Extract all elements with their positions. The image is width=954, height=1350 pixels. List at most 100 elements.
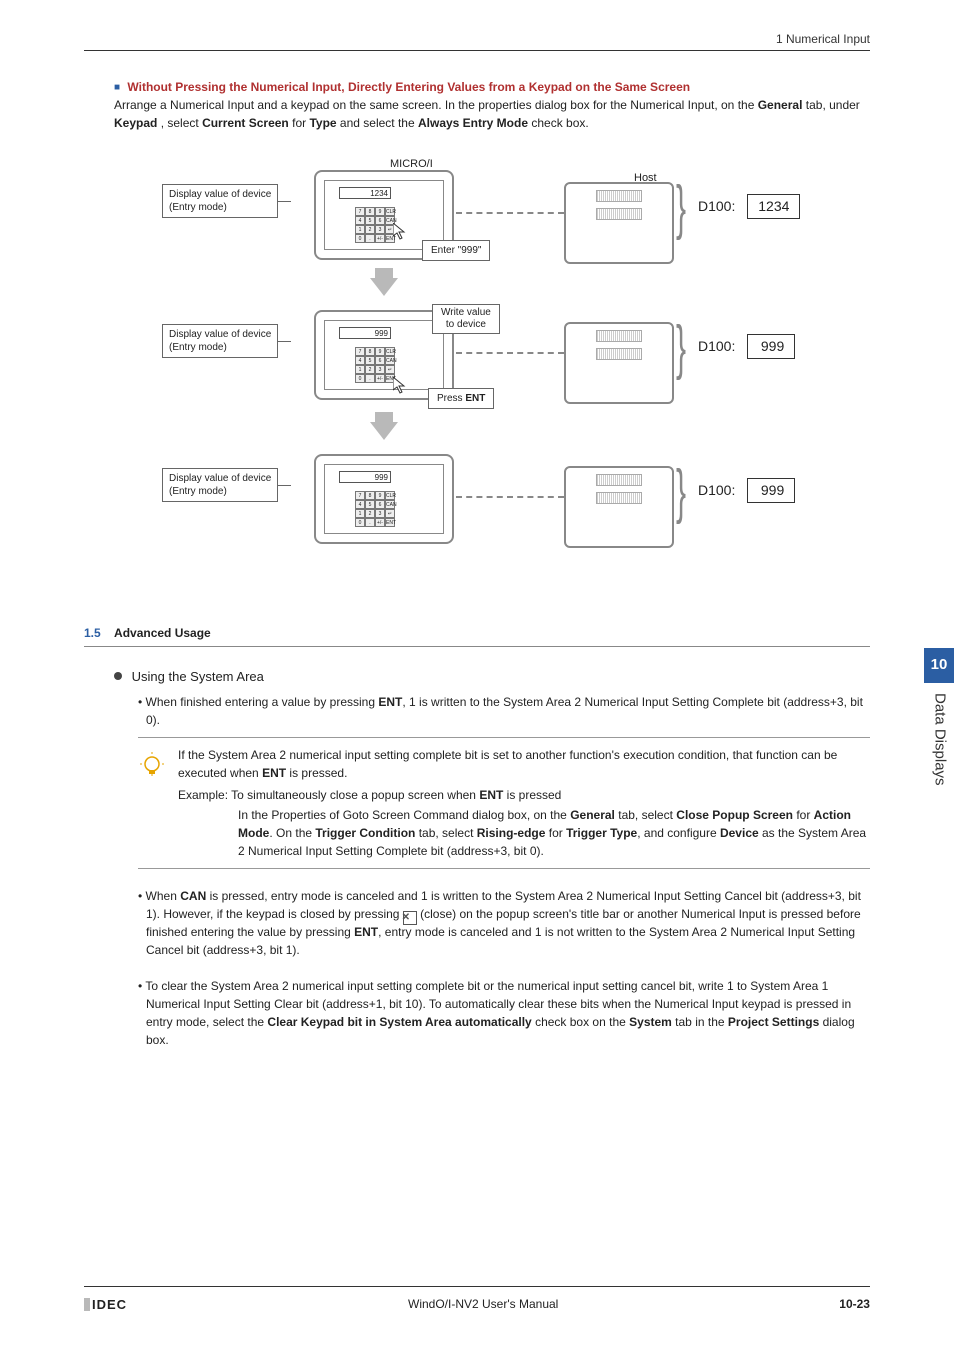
t: CAN [180,889,206,903]
num-display-3: 999 [339,471,391,483]
t: , select [161,116,202,130]
dev-label-2: Display value of device(Entry mode) [162,324,278,358]
bullet-2: • When CAN is pressed, entry mode is can… [138,887,870,959]
page-header: 1 Numerical Input [776,30,870,48]
micro-box-3: 999 789CLR 456CAN 123↵ 0.+/-ENT [314,454,454,544]
lightbulb-icon [138,746,178,860]
dev-label-3: Display value of device(Entry mode) [162,468,278,502]
down-arrow-icon-1 [370,278,398,296]
tip-sub: In the Properties of Goto Screen Command… [238,806,870,860]
t: is pressed. [286,766,347,780]
subheading-text: Using the System Area [132,669,264,684]
bullet-1: • When finished entering a value by pres… [138,693,870,729]
square-bullet-icon: ■ [114,82,124,93]
host-box-1 [564,182,674,264]
tip-rule-top [138,737,870,738]
keypad-2: 789CLR 456CAN 123↵ 0.+/-ENT [355,347,397,383]
chapter-label: Data Displays [924,683,951,786]
t: for [292,116,309,130]
cursor-icon [393,223,409,241]
d100-val-2: 999 [747,334,795,359]
tip-rule-bottom [138,868,870,869]
press-ent-label: Press ENT [428,388,494,409]
t: . On the [269,826,315,840]
tip-block: If the System Area 2 numerical input set… [138,746,870,860]
heading-block: ■ Without Pressing the Numerical Input, … [114,78,870,132]
d100-lbl: D100: [698,482,735,498]
num-display-2: 999 [339,327,391,339]
t: Device [720,826,759,840]
conn-2 [456,352,564,354]
dot-bullet-icon [114,672,122,680]
t: ENT [262,766,286,780]
t: To simultaneously close a popup screen w… [231,788,479,802]
t: Arrange a Numerical Input and a keypad o… [114,98,758,112]
t: for [793,808,814,822]
intro-line: Arrange a Numerical Input and a keypad o… [114,98,860,130]
num-display-1: 1234 [339,187,391,199]
keypad-1: 789CLR 456CAN 123↵ 0.+/-ENT [355,207,397,243]
t: tab, select [615,808,676,822]
keypad-3: 789CLR 456CAN 123↵ 0.+/-ENT [355,491,397,527]
section-title: Advanced Usage [114,626,211,640]
d100-lbl: D100: [698,198,735,214]
t: Keypad [114,116,157,130]
section-number: 1.5 [84,626,101,640]
d100-lbl: D100: [698,338,735,354]
t: System [629,1015,672,1029]
d100-row-3: D100: 999 [698,478,795,503]
t: ENT [354,925,378,939]
header-rule [84,50,870,51]
brace-3: } [676,448,686,538]
t: tab in the [672,1015,728,1029]
t: Project Settings [728,1015,819,1029]
t: Type [309,116,336,130]
t: When finished entering a value by pressi… [146,695,379,709]
micro-screen: 999 789CLR 456CAN 123↵ 0.+/-ENT [324,464,444,534]
subheading: Using the System Area [114,667,870,687]
conn-1 [456,212,564,214]
t: ENT [465,393,485,404]
d100-row-2: D100: 999 [698,334,795,359]
tip-example: Example: To simultaneously close a popup… [178,786,870,804]
t: Current Screen [202,116,289,130]
t: check box. [531,116,588,130]
diagram: MICRO/I Host Display value of device(Ent… [114,156,870,596]
close-icon: ✕ [403,911,417,925]
brand: IDEC [84,1295,127,1315]
tip-body: If the System Area 2 numerical input set… [178,746,870,860]
heading-text: Without Pressing the Numerical Input, Di… [127,80,690,94]
t: Clear Keypad bit in System Area automati… [267,1015,531,1029]
side-tab: 10 Data Displays [924,648,954,785]
bullet-3: • To clear the System Area 2 numerical i… [138,977,870,1049]
write-value-label: Write valueto device [432,304,500,334]
t: In the Properties of Goto Screen Command… [238,808,570,822]
t: General [758,98,803,112]
t: When [146,889,181,903]
host-box-2 [564,322,674,404]
micro-screen: 999 789CLR 456CAN 123↵ 0.+/-ENT [324,320,444,390]
d100-val-1: 1234 [747,194,800,219]
manual-title: WindO/I-NV2 User's Manual [408,1295,558,1315]
t: Always Entry Mode [418,116,528,130]
t: , and configure [637,826,720,840]
t: Example: [178,788,228,802]
arrow-stem-1 [375,268,393,278]
brace-1: } [676,164,686,254]
section-1-5: 1.5 Advanced Usage [84,624,870,647]
d100-val-3: 999 [747,478,795,503]
d100-row-1: D100: 1234 [698,194,800,219]
enter-999-label: Enter "999" [422,240,490,261]
t: tab, select [415,826,476,840]
brace-2: } [676,304,686,394]
t: Trigger Type [566,826,637,840]
host-box-3 [564,466,674,548]
t: ENT [479,788,503,802]
t: General [570,808,615,822]
t: tab, under [806,98,860,112]
dev-label-1: Display value of device(Entry mode) [162,184,278,218]
t: Rising-edge [477,826,546,840]
down-arrow-icon-2 [370,422,398,440]
cursor-icon [393,377,409,395]
chapter-number: 10 [924,648,954,683]
